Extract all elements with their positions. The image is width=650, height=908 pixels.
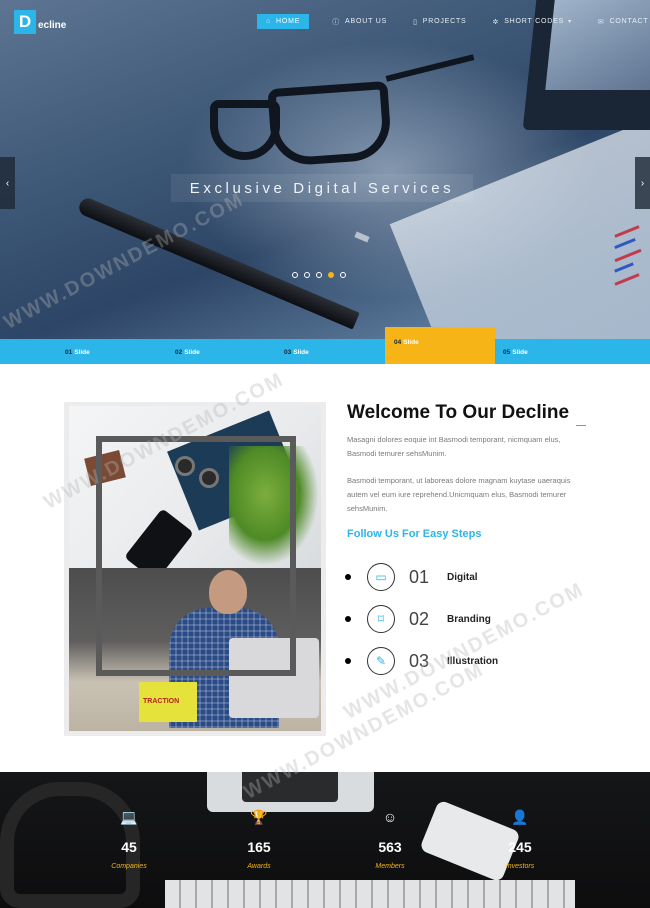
stat-awards: 🏆 165 Awards xyxy=(219,809,299,870)
nav-about-label: ABOUT US xyxy=(345,18,388,25)
stat-members: ☺ 563 Members xyxy=(350,809,430,870)
info-icon: ⓘ xyxy=(332,18,341,26)
stat-label: Investors xyxy=(505,863,535,870)
slide-tab-3[interactable]: 03 Slide xyxy=(275,339,385,364)
step-label: Digital xyxy=(447,571,478,583)
nav-projects-label: PROJECTS xyxy=(422,18,467,25)
laptop-icon: ▭ xyxy=(367,563,395,591)
slide-tab-5[interactable]: 05 Slide xyxy=(495,339,605,364)
hero-title: Exclusive Digital Services xyxy=(171,174,473,202)
stat-value: 245 xyxy=(508,839,532,855)
step-branding: ⌑ 02 Branding xyxy=(345,605,595,633)
stat-value: 165 xyxy=(247,839,271,855)
step-label: Illustration xyxy=(447,655,499,667)
bullet xyxy=(345,574,351,580)
nav-short-codes-label: SHORT CODES xyxy=(504,18,565,25)
nav-short-codes[interactable]: ✲ SHORT CODES ▾ xyxy=(484,14,581,29)
slider-dot[interactable] xyxy=(304,272,310,278)
logo-mark: D xyxy=(14,10,36,34)
laptop-icon: 💻 xyxy=(120,809,138,825)
gear-icon: ✲ xyxy=(492,18,500,26)
welcome-title: Welcome To Our Decline xyxy=(347,402,570,423)
slider-prev-button[interactable]: ‹ xyxy=(0,157,15,209)
chevron-right-icon: › xyxy=(640,177,645,189)
hero-glasses xyxy=(210,45,475,185)
slider-dots xyxy=(292,272,352,278)
slide-tab-4[interactable]: 04 Slide xyxy=(385,327,495,364)
stat-label: Members xyxy=(375,863,405,870)
title-underline xyxy=(576,425,586,426)
step-number: 02 xyxy=(409,608,430,629)
brush-icon: ✎ xyxy=(367,647,395,675)
nav-about-us[interactable]: ⓘ ABOUT US xyxy=(323,14,396,29)
chevron-left-icon: ‹ xyxy=(5,177,10,189)
stat-label: Companies xyxy=(111,863,147,870)
bullet xyxy=(345,616,351,622)
navbar: D ecline ⌂ HOME ⓘ ABOUT US ▯ PROJECTS ✲ … xyxy=(0,0,650,46)
user-icon: 👤 xyxy=(511,809,529,825)
hero-slider: D ecline ⌂ HOME ⓘ ABOUT US ▯ PROJECTS ✲ … xyxy=(0,0,650,340)
main-nav: ⌂ HOME ⓘ ABOUT US ▯ PROJECTS ✲ SHORT COD… xyxy=(257,14,650,29)
book-cover-text: TRACTION xyxy=(143,698,180,705)
slider-next-button[interactable]: › xyxy=(635,157,650,209)
nav-home-label: HOME xyxy=(276,18,301,25)
stat-label: Awards xyxy=(247,863,271,870)
bookmark-icon: ⌑ xyxy=(367,605,395,633)
hero-chart-paper xyxy=(614,210,644,300)
slider-dot-active[interactable] xyxy=(328,272,334,278)
step-number: 03 xyxy=(409,650,430,671)
caret-down-icon: ▾ xyxy=(568,19,572,25)
welcome-paragraph-2: Basmodi temporant, ut laboreas dolore ma… xyxy=(347,476,571,513)
stat-value: 563 xyxy=(378,839,402,855)
nav-contact-label: CONTACT xyxy=(609,18,649,25)
step-digital: ▭ 01 Digital xyxy=(345,563,595,591)
trophy-icon: 🏆 xyxy=(250,809,268,825)
photo-overlay-frame xyxy=(96,436,296,676)
welcome-paragraph-1: Masagni dolores eoquie int Basmodi tempo… xyxy=(347,435,561,458)
slide-tab-2[interactable]: 02 Slide xyxy=(165,339,275,364)
stat-value: 45 xyxy=(121,839,137,855)
nav-contact[interactable]: ✉ CONTACT xyxy=(589,14,650,29)
slide-tabs: 01 Slide 02 Slide 03 Slide 04 Slide 05 Slide xyxy=(0,327,650,364)
logo[interactable]: D ecline xyxy=(14,10,66,34)
smile-icon: ☺ xyxy=(382,809,398,825)
slider-dot[interactable] xyxy=(292,272,298,278)
follow-steps-heading: Follow Us For Easy Steps xyxy=(347,528,482,540)
stat-companies: 💻 45 Companies xyxy=(89,809,169,870)
stat-investors: 👤 245 Investors xyxy=(480,809,560,870)
home-icon: ⌂ xyxy=(266,18,272,25)
step-illustration: ✎ 03 Illustration xyxy=(345,647,595,675)
slider-dot[interactable] xyxy=(316,272,322,278)
file-icon: ▯ xyxy=(413,18,418,26)
slide-tab-1[interactable]: 01 Slide xyxy=(55,339,165,364)
slider-dot[interactable] xyxy=(340,272,346,278)
bullet xyxy=(345,658,351,664)
step-label: Branding xyxy=(447,613,491,625)
nav-projects[interactable]: ▯ PROJECTS xyxy=(404,14,475,29)
envelope-icon: ✉ xyxy=(597,18,605,26)
step-number: 01 xyxy=(409,566,430,587)
nav-home[interactable]: ⌂ HOME xyxy=(257,14,310,29)
logo-text: ecline xyxy=(38,19,67,31)
